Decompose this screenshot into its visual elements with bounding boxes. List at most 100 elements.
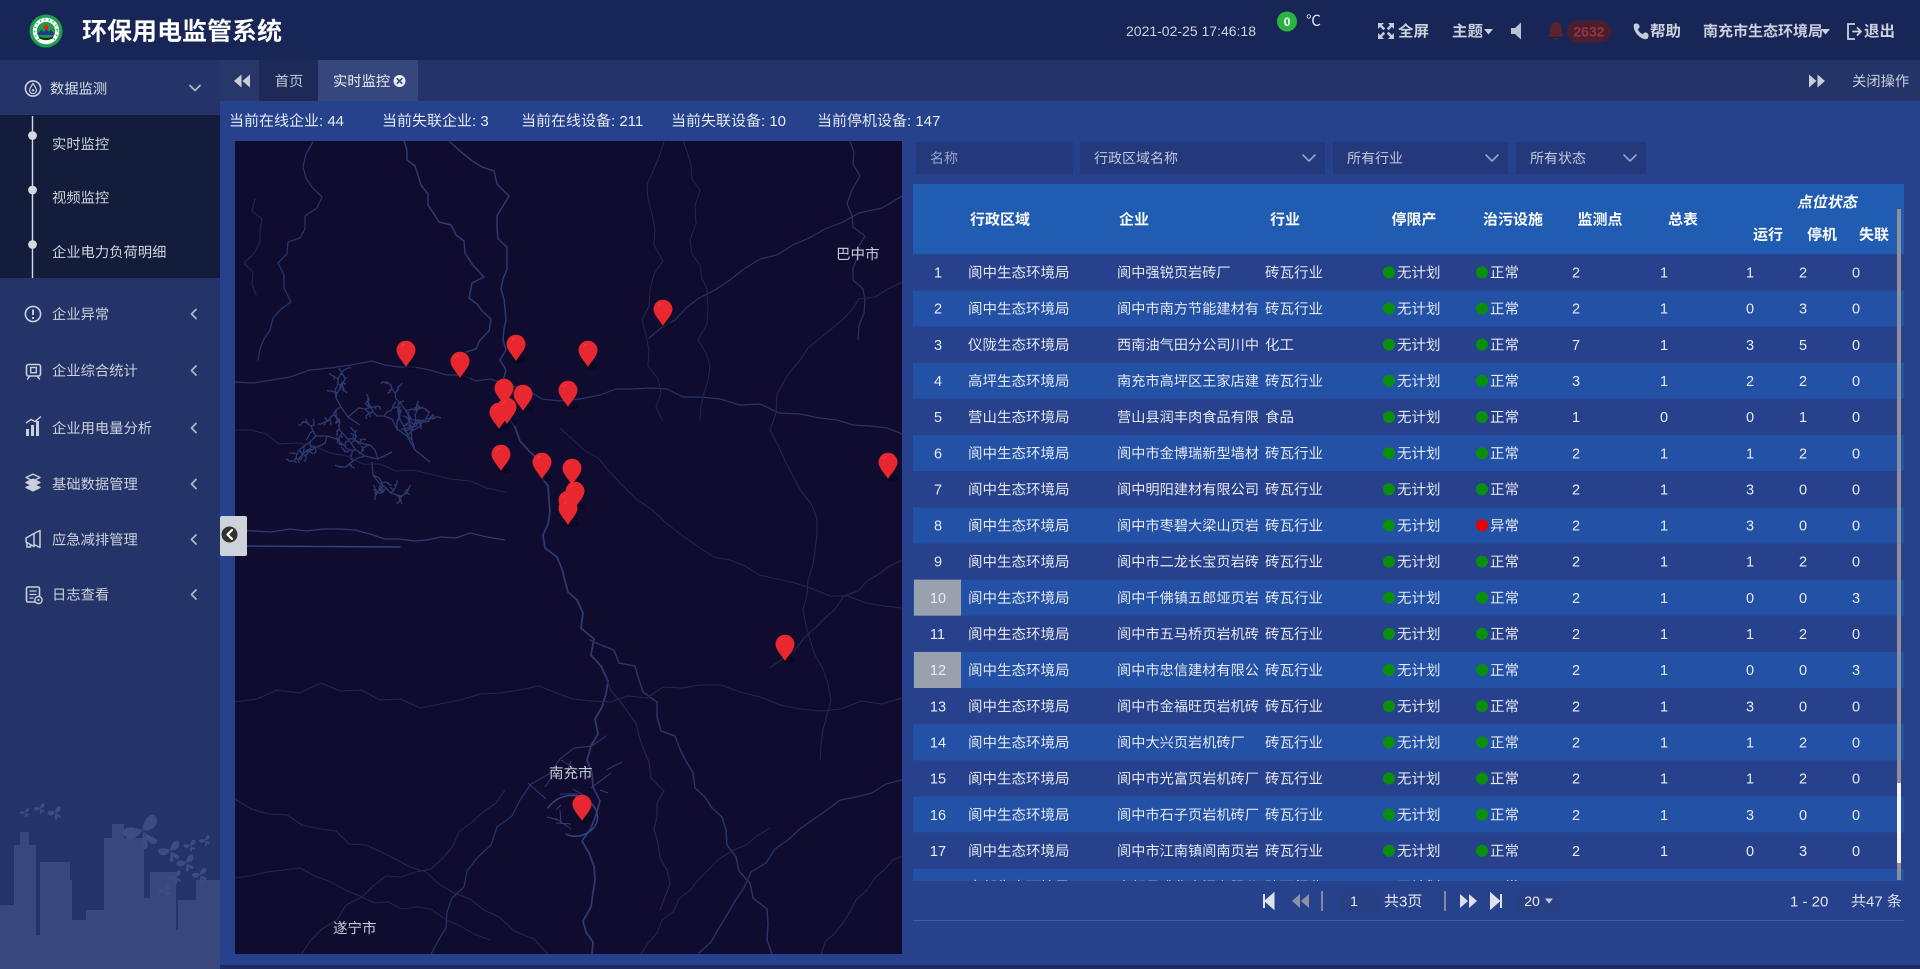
svg-text:2021-02-25 17:46:18: 2021-02-25 17:46:18 (1126, 23, 1256, 39)
svg-text:1: 1 (1746, 627, 1754, 643)
svg-text:9: 9 (934, 555, 942, 571)
svg-text:2: 2 (1572, 772, 1580, 788)
svg-text:0: 0 (1852, 519, 1860, 535)
svg-text:0: 0 (1852, 772, 1860, 788)
svg-text:2: 2 (1572, 808, 1580, 824)
svg-text:1: 1 (1572, 410, 1580, 426)
svg-text:: 10: : 10 (761, 113, 786, 130)
svg-text:1: 1 (1746, 555, 1754, 571)
svg-text:1: 1 (1660, 519, 1668, 535)
svg-text:0: 0 (1746, 302, 1754, 318)
svg-text:0: 0 (1799, 808, 1807, 824)
svg-text:0: 0 (1746, 591, 1754, 607)
svg-text:2: 2 (1572, 591, 1580, 607)
svg-text:0: 0 (1852, 410, 1860, 426)
svg-text:1: 1 (1660, 772, 1668, 788)
svg-text:0: 0 (1284, 15, 1291, 29)
svg-text:2: 2 (934, 302, 942, 318)
svg-text:1: 1 (1660, 663, 1668, 679)
svg-text:: 211: : 211 (611, 113, 643, 130)
svg-text:2: 2 (1799, 772, 1807, 788)
svg-text:1: 1 (1660, 266, 1668, 282)
svg-text:47: 47 (1866, 893, 1883, 910)
svg-text:1: 1 (1660, 844, 1668, 860)
svg-text:: 147: : 147 (907, 113, 940, 130)
svg-text:2: 2 (1572, 627, 1580, 643)
svg-text:2: 2 (1572, 555, 1580, 571)
svg-text:2: 2 (1572, 302, 1580, 318)
svg-text:0: 0 (1660, 410, 1668, 426)
svg-text:0: 0 (1852, 338, 1860, 354)
svg-text:5: 5 (1799, 338, 1807, 354)
svg-text:1: 1 (1660, 699, 1668, 715)
svg-text:0: 0 (1852, 699, 1860, 715)
svg-text:0: 0 (1799, 663, 1807, 679)
svg-text:10: 10 (930, 591, 946, 607)
svg-text:0: 0 (1799, 482, 1807, 498)
svg-text:0: 0 (1852, 808, 1860, 824)
svg-text:3: 3 (1746, 808, 1754, 824)
svg-text:20: 20 (1524, 893, 1540, 909)
svg-text:2: 2 (1799, 555, 1807, 571)
svg-text:2: 2 (1799, 446, 1807, 462)
svg-text:0: 0 (1852, 482, 1860, 498)
svg-text:1: 1 (1660, 338, 1668, 354)
svg-text:3: 3 (1399, 893, 1407, 910)
svg-text:16: 16 (930, 808, 946, 824)
svg-text:0: 0 (1852, 446, 1860, 462)
svg-text:2: 2 (1572, 519, 1580, 535)
svg-text:8: 8 (934, 519, 942, 535)
svg-text:0: 0 (1852, 302, 1860, 318)
svg-text:6: 6 (934, 446, 942, 462)
svg-text:2: 2 (1572, 844, 1580, 860)
svg-text:0: 0 (1852, 374, 1860, 390)
svg-text:0: 0 (1852, 844, 1860, 860)
svg-text:1 - 20: 1 - 20 (1790, 893, 1828, 910)
svg-text:17: 17 (930, 844, 946, 860)
svg-text:1: 1 (1660, 627, 1668, 643)
svg-text:12: 12 (930, 663, 946, 679)
svg-text:0: 0 (1746, 663, 1754, 679)
svg-text:2: 2 (1572, 736, 1580, 752)
svg-text:2: 2 (1572, 699, 1580, 715)
svg-text:2: 2 (1799, 266, 1807, 282)
svg-text:: 44: : 44 (319, 113, 344, 130)
svg-text:3: 3 (1852, 663, 1860, 679)
svg-text:1: 1 (1746, 772, 1754, 788)
svg-text:2: 2 (1572, 663, 1580, 679)
svg-text:0: 0 (1852, 266, 1860, 282)
svg-text:11: 11 (930, 627, 945, 643)
svg-text:3: 3 (1572, 374, 1580, 390)
svg-text:2: 2 (1572, 482, 1580, 498)
svg-text:15: 15 (930, 772, 946, 788)
svg-text:1: 1 (1660, 374, 1668, 390)
svg-text:2: 2 (1799, 374, 1807, 390)
svg-text:5: 5 (934, 410, 942, 426)
svg-text:0: 0 (1799, 591, 1807, 607)
svg-text:0: 0 (1852, 627, 1860, 643)
svg-text:0: 0 (1852, 555, 1860, 571)
svg-text:2: 2 (1746, 374, 1754, 390)
svg-text:3: 3 (1746, 482, 1754, 498)
svg-text:2: 2 (1799, 736, 1807, 752)
svg-text:1: 1 (1660, 555, 1668, 571)
svg-text:2632: 2632 (1573, 24, 1604, 40)
svg-text:1: 1 (1746, 736, 1754, 752)
svg-text:2: 2 (1572, 266, 1580, 282)
svg-text:2: 2 (1572, 446, 1580, 462)
svg-text:0: 0 (1799, 519, 1807, 535)
svg-text:1: 1 (1660, 482, 1668, 498)
svg-text:1: 1 (1350, 893, 1358, 909)
svg-text:3: 3 (1799, 302, 1807, 318)
svg-text:1: 1 (1660, 736, 1668, 752)
svg-text:4: 4 (934, 374, 942, 390)
svg-text:7: 7 (1572, 338, 1580, 354)
svg-text:0: 0 (1746, 410, 1754, 426)
svg-text:2: 2 (1799, 627, 1807, 643)
svg-text:13: 13 (930, 699, 946, 715)
svg-text:3: 3 (1746, 519, 1754, 535)
svg-text:1: 1 (1746, 446, 1754, 462)
svg-text:1: 1 (934, 266, 942, 282)
svg-text:1: 1 (1660, 808, 1668, 824)
svg-text:3: 3 (1746, 338, 1754, 354)
